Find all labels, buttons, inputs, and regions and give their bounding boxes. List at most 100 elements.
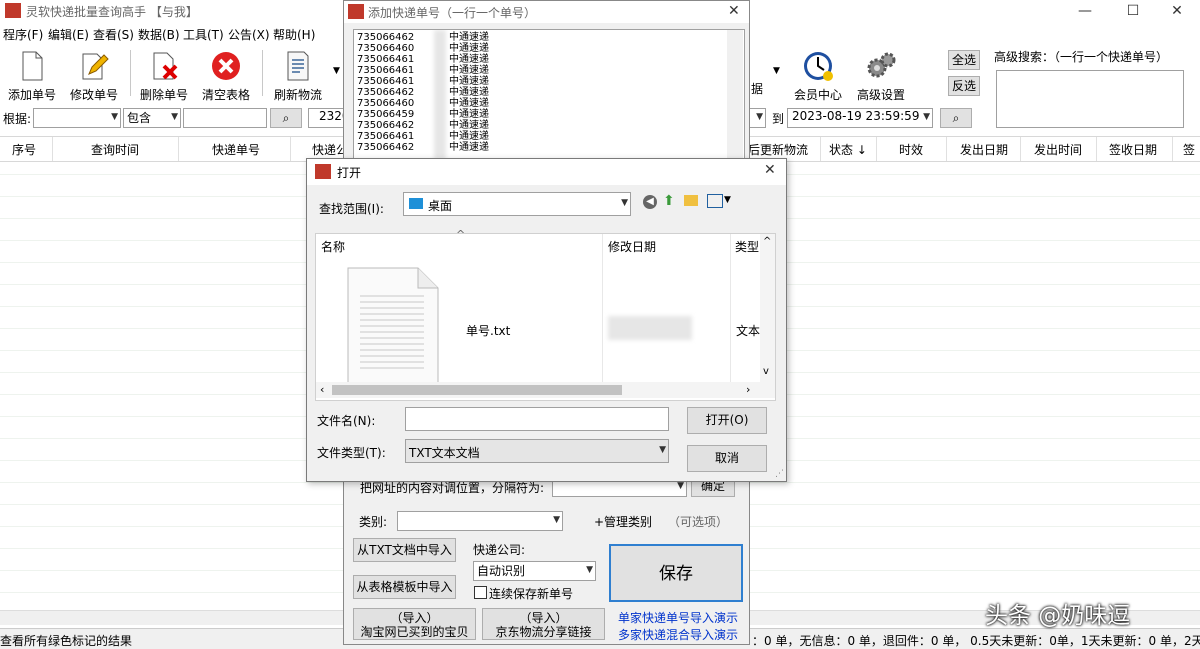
menu-program[interactable]: 程序(F) — [3, 26, 43, 43]
column-type[interactable]: 类型 — [735, 238, 759, 255]
file-list-vscroll[interactable]: ^ v — [760, 234, 775, 382]
calendar-dropdown-icon: ▼ — [923, 112, 930, 122]
status-left-text: 查看所有绿色标记的结果 — [0, 634, 133, 648]
select-all-button[interactable]: 全选 — [948, 50, 980, 70]
new-folder-icon[interactable] — [684, 195, 698, 206]
courier-select[interactable]: 自动识别 ▼ — [473, 561, 596, 581]
member-center-label: 会员中心 — [793, 88, 842, 102]
scroll-thumb[interactable] — [332, 385, 622, 395]
file-name-input[interactable] — [405, 407, 669, 431]
chevron-down-icon: ▼ — [171, 112, 178, 122]
refresh-document-icon — [282, 50, 314, 82]
close-icon[interactable]: ✕ — [764, 162, 776, 178]
column-query-time[interactable]: 查询时间 — [91, 141, 139, 158]
file-list[interactable]: ^ 名称 修改日期 类型 单号.txt 文本 ^ v ‹ › — [315, 228, 776, 401]
menu-data[interactable]: 数据(B) — [138, 26, 180, 43]
date-to-field[interactable]: 2023-08-19 23:59:59 ▼ — [787, 108, 933, 128]
chevron-down-icon: ▼ — [621, 198, 628, 208]
filter-search-input[interactable] — [183, 108, 267, 128]
open-button[interactable]: 打开(O) — [687, 407, 767, 434]
delete-tracking-label: 删除单号 — [139, 88, 188, 102]
pencil-edit-icon — [78, 50, 110, 82]
tracking-numbers-textarea[interactable]: 735066462 中通速递 735066460 中通速递 735066461 中通速… — [353, 29, 745, 161]
up-folder-icon[interactable]: ⬆ — [663, 193, 675, 209]
column-divider — [52, 137, 53, 161]
refresh-logistics-button[interactable]: 刷新物流 — [266, 48, 330, 102]
tracking-number: 735066462 — [357, 142, 415, 153]
import-taobao-button[interactable]: （导入） 淘宝网已买到的宝贝 — [353, 608, 476, 640]
date-from-field[interactable]: 2320 — [308, 108, 350, 128]
menu-notice[interactable]: 公告(X) — [228, 26, 270, 43]
import-jd-button[interactable]: （导入） 京东物流分享链接 — [482, 608, 605, 640]
column-ship-time[interactable]: 发出时间 — [1034, 141, 1082, 158]
multi-courier-demo-link[interactable]: 多家快递混合导入演示 — [618, 626, 738, 643]
member-center-button[interactable]: 会员中心 — [786, 48, 850, 102]
clear-table-button[interactable]: 清空表格 — [194, 48, 258, 102]
edit-tracking-label: 修改单号 — [69, 88, 118, 102]
cancel-button[interactable]: 取消 — [687, 445, 767, 472]
menu-tools[interactable]: 工具(T) — [183, 26, 224, 43]
column-last-update[interactable]: 后更新物流 — [748, 141, 808, 158]
chevron-down-icon: ▼ — [586, 565, 593, 575]
back-icon[interactable]: ◀ — [643, 195, 657, 209]
column-tracking-number[interactable]: 快递单号 — [212, 141, 260, 158]
filter-field-select[interactable]: ▼ — [33, 108, 121, 128]
file-type-select[interactable]: TXT文本文档 ▼ — [405, 439, 669, 463]
date-search-button[interactable]: ⌕ — [940, 108, 972, 128]
tracking-row: 735066461 中通速递 — [357, 55, 489, 65]
scroll-up-icon[interactable]: ^ — [763, 236, 771, 247]
partial-dropdown-icon[interactable]: ▼ — [773, 66, 780, 76]
match-mode-select[interactable]: 包含 ▼ — [123, 108, 181, 128]
invert-select-button[interactable]: 反选 — [948, 76, 980, 96]
tracking-number: 735066462 — [357, 32, 415, 43]
import-table-button[interactable]: 从表格模板中导入 — [353, 575, 456, 599]
look-in-select[interactable]: 桌面 ▼ — [403, 192, 631, 216]
menu-view[interactable]: 查看(S) — [93, 26, 134, 43]
add-tracking-button[interactable]: 添加单号 — [0, 48, 64, 102]
view-menu-icon[interactable] — [707, 194, 723, 208]
column-index[interactable]: 序号 — [12, 141, 36, 158]
close-icon[interactable]: ✕ — [1154, 0, 1200, 22]
search-icon: ⌕ — [282, 111, 290, 125]
resize-grip-icon[interactable]: ⋰ — [775, 469, 784, 479]
minimize-icon[interactable]: — — [1062, 0, 1108, 22]
filter-search-button[interactable]: ⌕ — [270, 108, 302, 128]
close-icon[interactable]: ✕ — [728, 3, 740, 19]
column-duration[interactable]: 时效 — [899, 141, 923, 158]
file-list-hscroll[interactable]: ‹ › — [316, 382, 775, 398]
column-status[interactable]: 状态 ↓ — [829, 141, 867, 158]
refresh-dropdown-icon[interactable]: ▼ — [333, 66, 340, 76]
menu-edit[interactable]: 编辑(E) — [48, 26, 89, 43]
scroll-right-icon[interactable]: › — [746, 383, 750, 396]
scroll-down-icon[interactable]: v — [763, 366, 769, 377]
save-button[interactable]: 保存 — [609, 544, 743, 602]
file-type-label: 文件类型(T): — [317, 446, 386, 460]
courier-name: 中通速递 — [449, 54, 489, 65]
category-select[interactable]: ▼ — [397, 511, 563, 531]
courier-name: 中通速递 — [449, 76, 489, 87]
chevron-down-icon[interactable]: ▼ — [724, 195, 731, 205]
column-sign-date[interactable]: 签收日期 — [1109, 141, 1157, 158]
date-to-value: 2023-08-19 23:59:59 — [792, 109, 920, 123]
column-file-name[interactable]: 名称 — [321, 238, 345, 255]
advanced-settings-button[interactable]: 高级设置 — [849, 48, 913, 102]
blurred-date — [608, 316, 692, 340]
delete-tracking-button[interactable]: 删除单号 — [132, 48, 196, 102]
chevron-down-icon: ▼ — [677, 481, 684, 491]
scroll-left-icon[interactable]: ‹ — [320, 383, 324, 396]
import-txt-button[interactable]: 从TXT文档中导入 — [353, 538, 456, 562]
maximize-icon[interactable]: ☐ — [1110, 0, 1156, 22]
column-ship-date[interactable]: 发出日期 — [960, 141, 1008, 158]
edit-tracking-button[interactable]: 修改单号 — [62, 48, 126, 102]
column-modified-date[interactable]: 修改日期 — [608, 238, 656, 255]
courier-name: 中通速递 — [449, 98, 489, 109]
column-sign-partial[interactable]: 签 — [1183, 141, 1195, 158]
continuous-save-checkbox[interactable] — [474, 586, 487, 599]
textarea-scrollbar[interactable] — [727, 30, 743, 160]
tracking-number: 735066462 — [357, 87, 415, 98]
gear-icon — [865, 50, 897, 82]
single-courier-demo-link[interactable]: 单家快递单号导入演示 — [618, 609, 738, 626]
file-item[interactable]: 单号.txt 文本 — [316, 264, 760, 384]
manage-category-link[interactable]: +管理类别 — [594, 513, 652, 530]
menu-help[interactable]: 帮助(H) — [273, 26, 315, 43]
